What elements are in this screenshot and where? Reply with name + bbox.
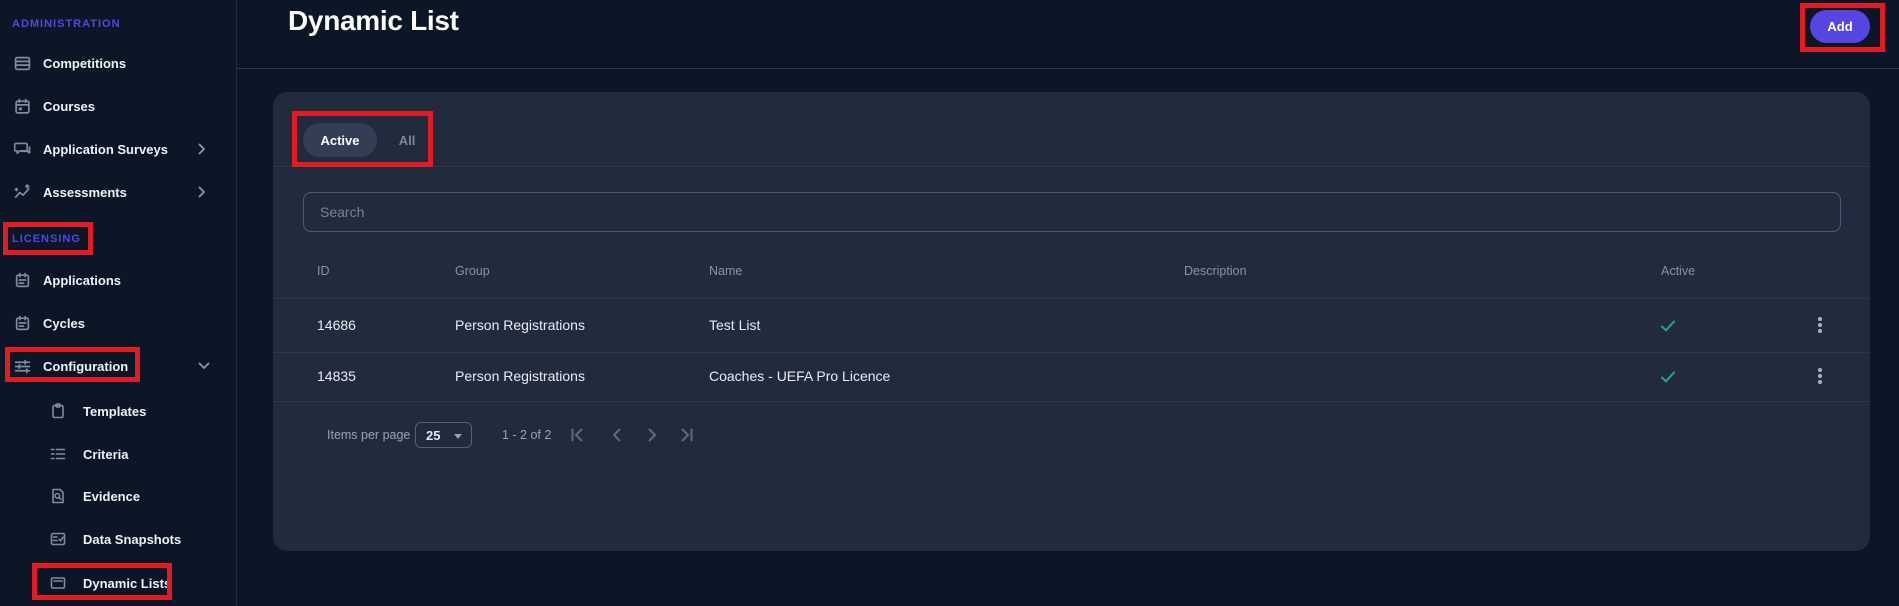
chevron-down-icon [198,362,210,370]
sidebar-item-label: Application Surveys [43,142,168,157]
page-title: Dynamic List [288,5,459,37]
previous-page-icon[interactable] [608,426,626,444]
first-page-icon[interactable] [568,426,586,444]
row-menu-kebab-icon[interactable] [1813,368,1827,384]
page-range-label: 1 - 2 of 2 [502,428,551,442]
cell-group: Person Registrations [455,368,585,384]
column-header-active: Active [1661,264,1695,278]
calendar-icon [14,98,31,115]
sidebar-item-label: Templates [83,404,146,419]
sidebar-item-competitions[interactable]: Competitions [0,52,237,74]
check-icon [1661,370,1675,386]
sidebar-item-evidence[interactable]: Evidence [0,485,237,507]
last-page-icon[interactable] [678,426,696,444]
items-per-page-label: Items per page [327,428,410,442]
chevron-right-icon [198,186,206,198]
cell-group: Person Registrations [455,317,585,333]
search-input[interactable] [304,193,1840,231]
sidebar-item-label: Criteria [83,447,129,462]
chat-icon [14,141,31,158]
sidebar-item-label: Dynamic Lists [83,576,171,591]
cell-name: Coaches - UEFA Pro Licence [709,368,890,384]
sidebar-item-applications[interactable]: Applications [0,269,237,291]
paginator: Items per page 25 1 - 2 of 2 [273,412,1870,457]
table-header-row: ID Group Name Description Active [273,250,1870,298]
tab-active[interactable]: Active [303,123,377,157]
chevron-right-icon [198,143,206,155]
table-row[interactable]: 14835 Person Registrations Coaches - UEF… [273,352,1870,401]
page-size-select[interactable]: 25 [415,422,472,448]
sidebar-item-label: Courses [43,99,95,114]
sidebar-item-label: Configuration [43,359,128,374]
next-page-icon[interactable] [643,426,661,444]
add-button[interactable]: Add [1810,10,1870,43]
chart-icon [14,184,31,201]
cell-id: 14835 [317,368,356,384]
check-icon [1661,319,1675,335]
caret-down-icon [454,434,462,439]
column-header-id: ID [317,264,330,278]
table-icon [14,55,31,72]
column-header-name: Name [709,264,742,278]
sidebar-item-label: Competitions [43,56,126,71]
cell-name: Test List [709,317,760,333]
cell-id: 14686 [317,317,356,333]
tab-divider [273,166,1870,167]
sidebar-item-label: Applications [43,273,121,288]
dynamic-list-page: ADMINISTRATION Competitions Courses Appl… [0,0,1899,606]
table-row[interactable]: 14686 Person Registrations Test List [273,298,1870,352]
list-icon [50,446,66,462]
fact-check-icon [50,531,66,547]
sidebar-item-cycles[interactable]: Cycles [0,312,237,334]
sidebar-item-templates[interactable]: Templates [0,400,237,422]
sidebar-item-criteria[interactable]: Criteria [0,443,237,465]
page-size-value: 25 [426,428,440,443]
column-header-group: Group [455,264,490,278]
sidebar-item-configuration[interactable]: Configuration [0,355,237,377]
card-list-icon [50,575,66,591]
notepad-icon [14,315,31,332]
row-menu-kebab-icon[interactable] [1813,317,1827,333]
sidebar-item-label: Cycles [43,316,85,331]
sidebar-item-label: Evidence [83,489,140,504]
sidebar-item-label: Data Snapshots [83,532,181,547]
document-search-icon [50,488,66,504]
notepad-icon [14,272,31,289]
sidebar-item-application-surveys[interactable]: Application Surveys [0,138,237,160]
sidebar-item-courses[interactable]: Courses [0,95,237,117]
dynamic-list-card: Active All ID Group Name Description Act… [273,92,1870,551]
sliders-icon [14,358,31,375]
clipboard-icon [50,403,66,419]
tab-all[interactable]: All [377,123,437,157]
sidebar-item-assessments[interactable]: Assessments [0,181,237,203]
section-label-administration: ADMINISTRATION [12,18,121,30]
sidebar-item-data-snapshots[interactable]: Data Snapshots [0,528,237,550]
row-divider [273,401,1870,402]
column-header-description: Description [1184,264,1247,278]
page-header: Dynamic List Add [237,0,1899,69]
section-label-licensing: LICENSING [12,233,81,245]
sidebar: ADMINISTRATION Competitions Courses Appl… [0,0,237,606]
search-box [303,192,1841,232]
sidebar-item-label: Assessments [43,185,127,200]
sidebar-item-dynamic-lists[interactable]: Dynamic Lists [0,572,237,594]
